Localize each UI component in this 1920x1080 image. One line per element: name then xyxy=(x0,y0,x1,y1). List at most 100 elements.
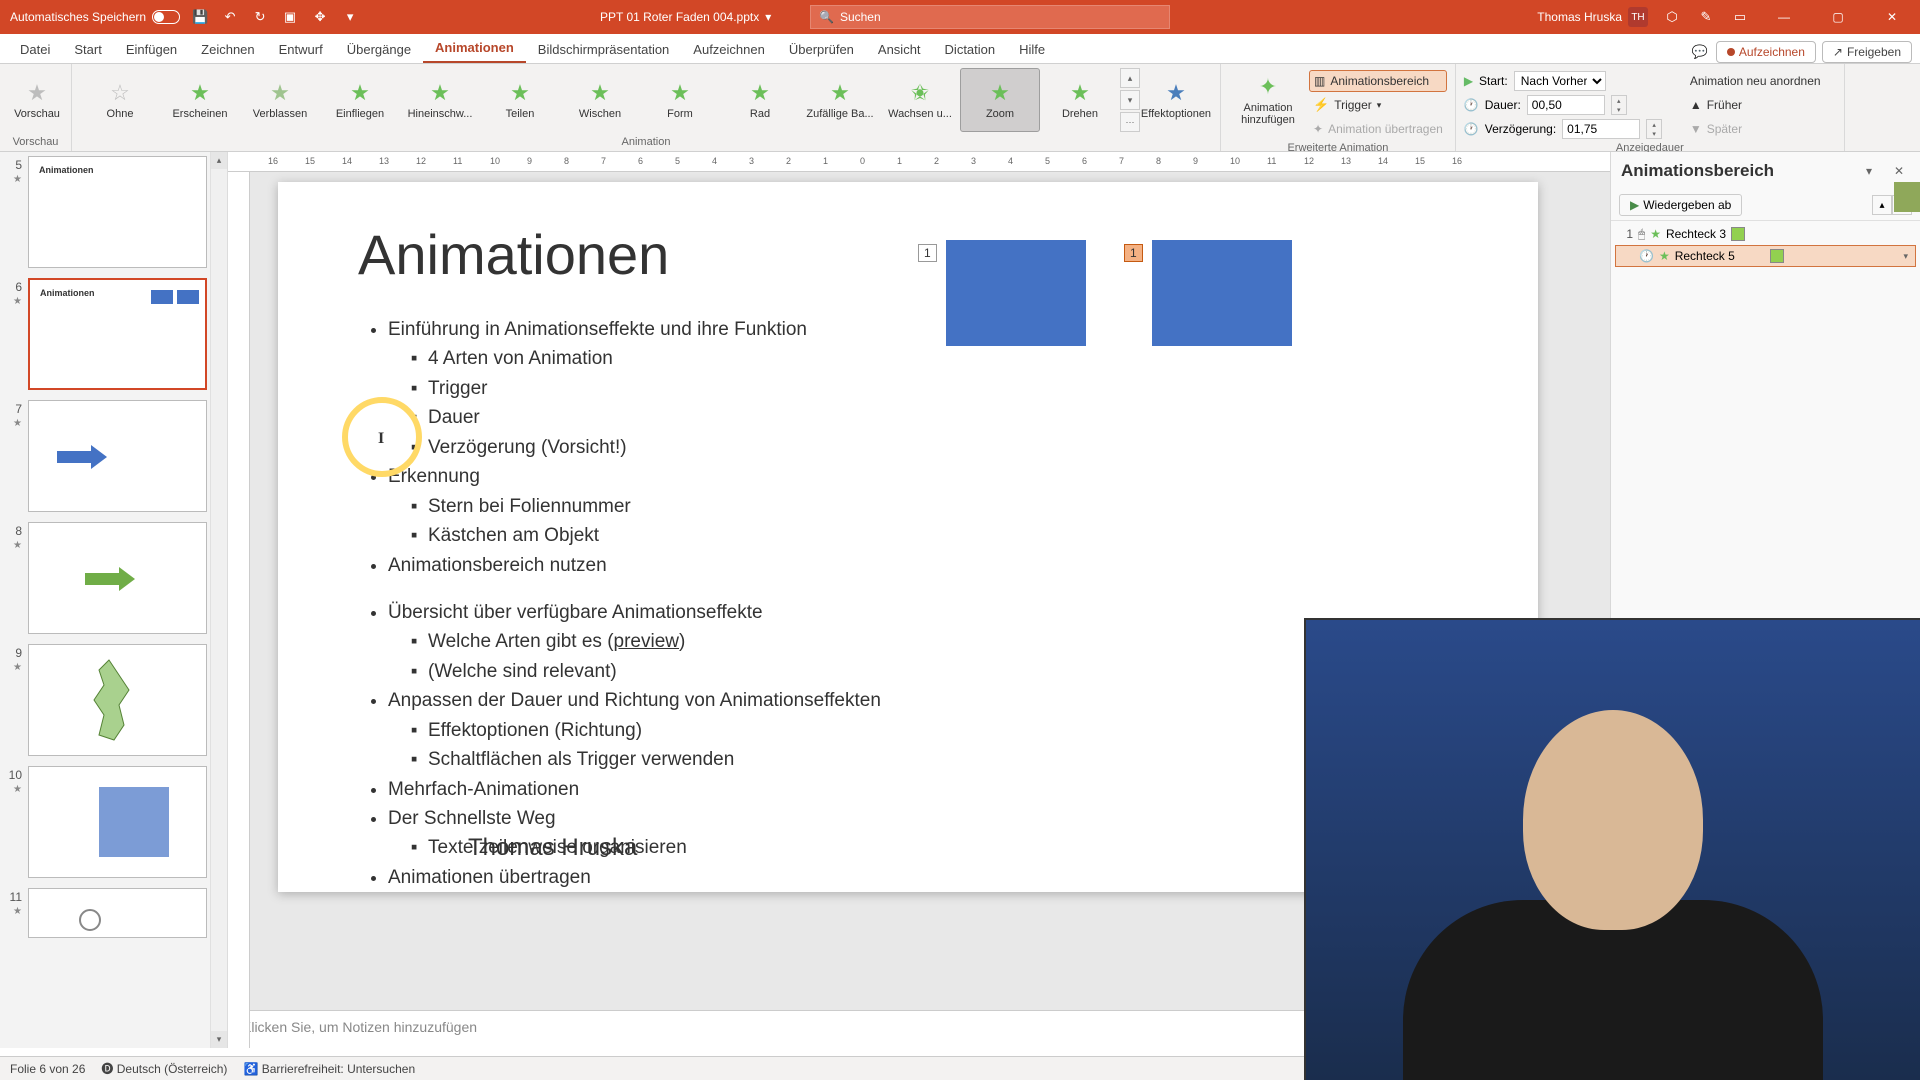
delay-input[interactable] xyxy=(1562,119,1640,139)
anim-flyin[interactable]: ★Einfliegen xyxy=(320,68,400,132)
preview-button[interactable]: ★ Vorschau xyxy=(8,68,66,132)
language-indicator[interactable]: 🅓 Deutsch (Österreich) xyxy=(101,1060,227,1077)
ink-button[interactable]: ✎ xyxy=(1696,7,1716,27)
play-from-button[interactable]: ▶Wiedergeben ab xyxy=(1619,194,1742,216)
rectangle-shape-1[interactable] xyxy=(946,240,1086,346)
slide-thumb-8[interactable] xyxy=(28,522,207,634)
play-icon: ▶ xyxy=(1630,198,1639,212)
star-icon: ★ xyxy=(830,80,850,106)
timeline-bar[interactable] xyxy=(1770,249,1784,263)
anim-wheel[interactable]: ★Rad xyxy=(720,68,800,132)
anim-floatin[interactable]: ★Hineinschw... xyxy=(400,68,480,132)
move-up-button[interactable]: ▴ xyxy=(1872,195,1892,215)
animation-tag-2[interactable]: 1 xyxy=(1124,244,1143,262)
thumbnail-scrollbar[interactable]: ▴ ▾ xyxy=(210,152,227,1048)
effect-options-icon: ★ xyxy=(1166,80,1186,106)
coming-soon-button[interactable]: ⬡ xyxy=(1662,7,1682,27)
tab-start[interactable]: Start xyxy=(62,36,113,63)
pane-dropdown-button[interactable]: ▾ xyxy=(1858,160,1880,182)
redo-button[interactable]: ↻ xyxy=(250,7,270,27)
touch-mode-button[interactable]: ✥ xyxy=(310,7,330,27)
tab-uebergaenge[interactable]: Übergänge xyxy=(335,36,423,63)
account-button[interactable]: Thomas Hruska TH xyxy=(1537,7,1648,27)
document-title[interactable]: PPT 01 Roter Faden 004.pptx ▾ xyxy=(600,10,771,24)
item-dropdown[interactable]: ▾ xyxy=(1900,251,1911,262)
horizontal-ruler[interactable]: 1615141312111098765432101234567891011121… xyxy=(228,152,1610,172)
presenter-name: Thomas Hruska xyxy=(468,834,637,862)
gallery-more[interactable]: ⋯ xyxy=(1120,112,1140,132)
gallery-down[interactable]: ▾ xyxy=(1120,90,1140,110)
move-earlier-button[interactable]: ▲Früher xyxy=(1686,94,1836,116)
record-button[interactable]: Aufzeichnen xyxy=(1716,41,1816,63)
qat-customize-button[interactable]: ▾ xyxy=(340,7,360,27)
anim-fade[interactable]: ★Verblassen xyxy=(240,68,320,132)
pane-tab-icon[interactable] xyxy=(1894,182,1920,212)
undo-button[interactable]: ↶ xyxy=(220,7,240,27)
share-button[interactable]: ↗Freigeben xyxy=(1822,41,1912,63)
anim-split[interactable]: ★Teilen xyxy=(480,68,560,132)
animation-item-1[interactable]: 1 🖱 ★ Rechteck 3 xyxy=(1615,223,1916,245)
slide-body-text[interactable]: Einführung in Animationseffekte und ihre… xyxy=(358,315,1458,892)
tab-animationen[interactable]: Animationen xyxy=(423,34,526,63)
anim-none[interactable]: ☆Ohne xyxy=(80,68,160,132)
animation-painter-button[interactable]: ✦Animation übertragen xyxy=(1309,118,1447,140)
slide-thumb-9[interactable] xyxy=(28,644,207,756)
mouse-icon: 🖱 xyxy=(1638,227,1645,242)
share-icon: ↗ xyxy=(1833,45,1843,59)
start-select[interactable]: Nach Vorher... xyxy=(1514,71,1606,91)
add-star-icon: ✦ xyxy=(1259,74,1277,100)
slide-title[interactable]: Animationen xyxy=(358,222,1458,287)
slide-counter[interactable]: Folie 6 von 26 xyxy=(10,1062,85,1076)
anim-appear[interactable]: ★Erscheinen xyxy=(160,68,240,132)
anim-wipe[interactable]: ★Wischen xyxy=(560,68,640,132)
duration-spinner[interactable]: ▴▾ xyxy=(1611,95,1627,115)
tab-entwurf[interactable]: Entwurf xyxy=(267,36,335,63)
gallery-up[interactable]: ▴ xyxy=(1120,68,1140,88)
filename-text: PPT 01 Roter Faden 004.pptx xyxy=(600,10,759,24)
ribbon-display-button[interactable]: ▭ xyxy=(1730,7,1750,27)
tab-dictation[interactable]: Dictation xyxy=(933,36,1008,63)
search-input[interactable]: 🔍 Suchen xyxy=(810,5,1170,29)
duration-input[interactable] xyxy=(1527,95,1605,115)
up-arrow-icon: ▲ xyxy=(1690,98,1702,112)
tab-ueberpruefen[interactable]: Überprüfen xyxy=(777,36,866,63)
slide-thumb-5[interactable]: Animationen xyxy=(28,156,207,268)
autosave-toggle[interactable]: Automatisches Speichern xyxy=(10,10,180,24)
anim-zoom[interactable]: ★Zoom xyxy=(960,68,1040,132)
minimize-button[interactable]: — xyxy=(1764,0,1804,34)
tab-ansicht[interactable]: Ansicht xyxy=(866,36,933,63)
tab-aufzeichnen[interactable]: Aufzeichnen xyxy=(681,36,777,63)
chevron-down-icon: ▾ xyxy=(1377,100,1382,111)
rectangle-shape-2[interactable] xyxy=(1152,240,1292,346)
anim-spin[interactable]: ★Drehen xyxy=(1040,68,1120,132)
save-button[interactable]: 💾 xyxy=(190,7,210,27)
tab-einfuegen[interactable]: Einfügen xyxy=(114,36,189,63)
pane-close-button[interactable]: ✕ xyxy=(1888,160,1910,182)
anim-shape[interactable]: ★Form xyxy=(640,68,720,132)
slide-thumb-10[interactable] xyxy=(28,766,207,878)
slide-thumb-11[interactable] xyxy=(28,888,207,938)
move-later-button[interactable]: ▼Später xyxy=(1686,118,1836,140)
animation-tag-1[interactable]: 1 xyxy=(918,244,937,262)
animation-item-2[interactable]: 🕐 ★ Rechteck 5 ▾ xyxy=(1615,245,1916,267)
close-button[interactable]: ✕ xyxy=(1872,0,1912,34)
slide-thumb-7[interactable] xyxy=(28,400,207,512)
add-animation-button[interactable]: ✦ Animation hinzufügen xyxy=(1229,68,1307,132)
comments-button[interactable]: 💬 xyxy=(1690,42,1710,62)
effect-options-button[interactable]: ★ Effektoptionen xyxy=(1140,68,1212,132)
maximize-button[interactable]: ▢ xyxy=(1818,0,1858,34)
slide-thumb-6[interactable]: Animationen xyxy=(28,278,207,390)
clock-icon: 🕐 xyxy=(1464,98,1479,112)
tab-bildschirmpraesentation[interactable]: Bildschirmpräsentation xyxy=(526,36,682,63)
anim-growturn[interactable]: ✬Wachsen u... xyxy=(880,68,960,132)
timeline-bar[interactable] xyxy=(1731,227,1745,241)
tab-zeichnen[interactable]: Zeichnen xyxy=(189,36,266,63)
accessibility-check[interactable]: ♿ Barrierefreiheit: Untersuchen xyxy=(243,1062,415,1076)
anim-randombars[interactable]: ★Zufällige Ba... xyxy=(800,68,880,132)
delay-spinner[interactable]: ▴▾ xyxy=(1646,119,1662,139)
tab-datei[interactable]: Datei xyxy=(8,36,62,63)
trigger-button[interactable]: ⚡Trigger▾ xyxy=(1309,94,1447,116)
animation-pane-toggle[interactable]: ▥Animationsbereich xyxy=(1309,70,1447,92)
present-from-start-button[interactable]: ▣ xyxy=(280,7,300,27)
tab-hilfe[interactable]: Hilfe xyxy=(1007,36,1057,63)
